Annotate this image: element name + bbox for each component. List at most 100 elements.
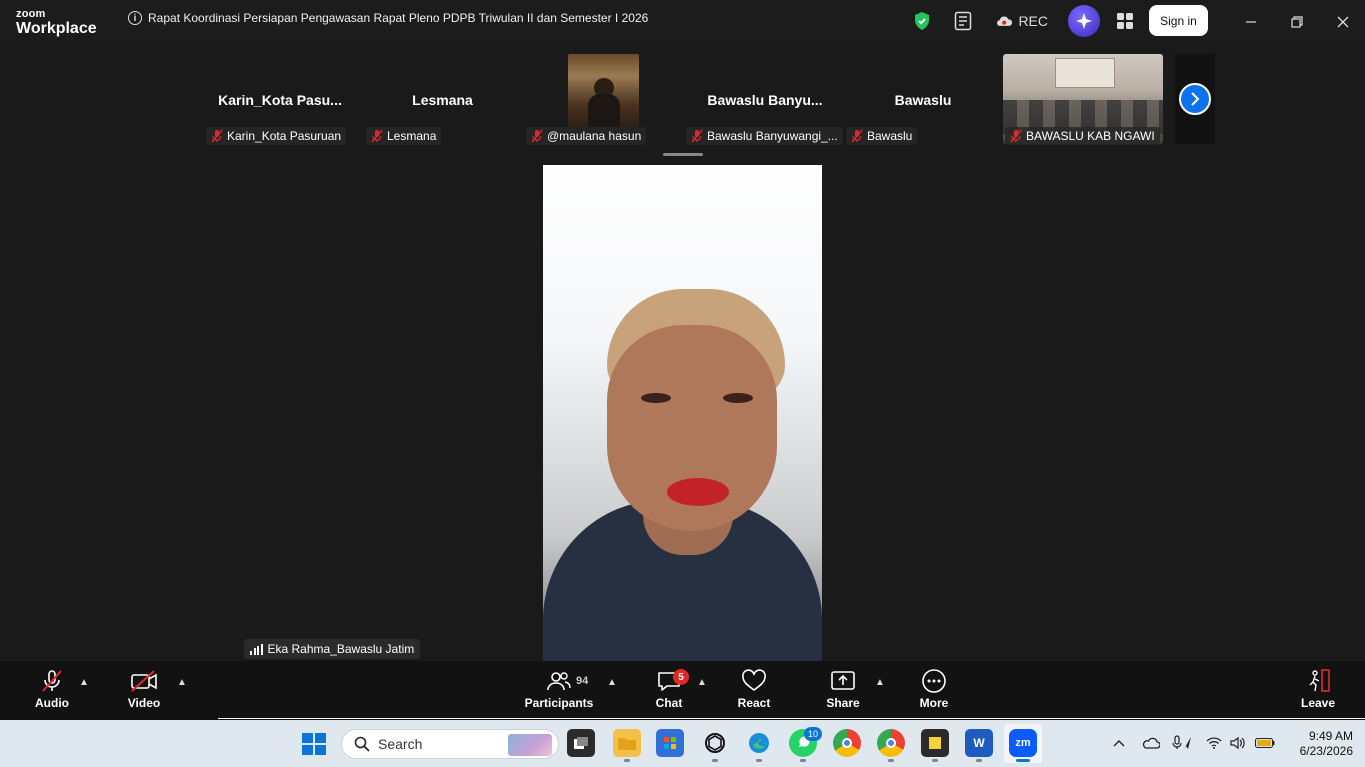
- signal-strength-icon: [250, 643, 263, 655]
- chat-options-caret[interactable]: ▲: [697, 677, 707, 688]
- more-label: More: [919, 696, 949, 710]
- share-label: Share: [826, 696, 860, 710]
- participant-name: Lesmana: [412, 92, 473, 108]
- participant-label-text: Bawaslu: [867, 129, 913, 143]
- restore-icon: [1291, 16, 1303, 28]
- encryption-shield-icon[interactable]: [913, 10, 931, 32]
- windows-start-icon[interactable]: [302, 733, 326, 755]
- volume-icon[interactable]: [1229, 734, 1247, 752]
- recording-indicator[interactable]: REC: [996, 10, 1048, 32]
- share-button[interactable]: Share: [825, 669, 861, 715]
- sign-in-button[interactable]: Sign in: [1149, 5, 1208, 36]
- edge-browser-icon[interactable]: [745, 729, 773, 757]
- participant-label-text: Bawaslu Banyuwangi_...: [707, 129, 838, 143]
- search-highlight-image: [508, 734, 552, 756]
- minimize-icon: [1246, 21, 1256, 23]
- leave-button[interactable]: Leave: [1300, 669, 1336, 715]
- share-screen-icon: [831, 671, 855, 690]
- meeting-title: Rapat Koordinasi Persiapan Pengawasan Ra…: [148, 11, 649, 25]
- chat-unread-badge: 5: [673, 669, 689, 685]
- participant-tile[interactable]: BAWASLU KAB NGAWI: [1003, 54, 1163, 146]
- participants-options-caret[interactable]: ▲: [607, 677, 617, 688]
- audio-options-caret[interactable]: ▲: [79, 677, 89, 688]
- participant-tile[interactable]: Lesmana Lesmana: [360, 54, 520, 146]
- next-page-button[interactable]: [1175, 54, 1215, 144]
- mic-location-icon[interactable]: [1171, 734, 1193, 752]
- more-icon: [922, 669, 946, 693]
- close-button[interactable]: [1331, 10, 1355, 34]
- active-speaker-label: Eka Rahma_Bawaslu Jatim: [244, 639, 421, 659]
- ai-companion-button[interactable]: [1068, 5, 1100, 37]
- participant-label: Lesmana: [366, 127, 442, 145]
- show-hidden-icons-chevron-icon[interactable]: [1111, 734, 1127, 752]
- more-button[interactable]: More: [916, 669, 952, 715]
- word-icon[interactable]: W: [965, 729, 993, 757]
- heart-icon: [742, 669, 766, 691]
- mic-muted-icon: [691, 129, 703, 143]
- participants-count: 94: [576, 675, 589, 687]
- participant-name: Bawaslu: [894, 92, 952, 108]
- restore-button[interactable]: [1285, 10, 1309, 34]
- participant-label: BAWASLU KAB NGAWI: [1005, 127, 1160, 145]
- mic-muted-icon: [211, 129, 223, 143]
- mic-muted-icon: [42, 670, 62, 692]
- divider: [218, 718, 1365, 719]
- notes-icon[interactable]: [953, 10, 973, 32]
- leave-label: Leave: [1300, 696, 1336, 710]
- participant-name: Bawaslu Banyu...: [707, 92, 823, 108]
- chrome-icon[interactable]: [833, 729, 861, 757]
- sparkle-icon: [1076, 13, 1092, 29]
- zoom-app-icon[interactable]: zm: [1009, 729, 1037, 757]
- search-icon: [354, 736, 370, 752]
- chat-label: Chat: [655, 696, 683, 710]
- task-view-icon[interactable]: [567, 729, 595, 757]
- info-icon[interactable]: i: [128, 11, 142, 25]
- minimize-button[interactable]: [1239, 10, 1263, 34]
- participant-tile[interactable]: Bawaslu Banyu... Bawaslu Banyuwangi_...: [680, 54, 843, 146]
- system-clock[interactable]: 9:49 AM 6/23/2026: [1283, 729, 1353, 759]
- battery-icon[interactable]: [1254, 734, 1276, 752]
- participant-label-text: BAWASLU KAB NGAWI: [1026, 129, 1155, 143]
- participant-label: @maulana hasun: [526, 127, 647, 145]
- video-label: Video: [127, 696, 161, 710]
- search-placeholder: Search: [378, 736, 423, 752]
- react-button[interactable]: React: [736, 669, 772, 715]
- logo-bottom-text: Workplace: [16, 20, 97, 37]
- wifi-icon[interactable]: [1205, 734, 1223, 752]
- participant-tile[interactable]: Karin_Kota Pasu... Karin_Kota Pasuruan: [200, 54, 360, 146]
- onedrive-icon[interactable]: [1141, 734, 1161, 752]
- participants-icon: [547, 672, 571, 691]
- microsoft-store-icon[interactable]: [656, 729, 684, 757]
- audio-label: Audio: [35, 696, 69, 710]
- taskbar-search[interactable]: Search: [341, 729, 559, 759]
- video-options-caret[interactable]: ▲: [177, 677, 187, 688]
- participant-label: Bawaslu: [846, 127, 918, 145]
- chrome-profile-icon[interactable]: [877, 729, 905, 757]
- active-speaker-name: Eka Rahma_Bawaslu Jatim: [267, 642, 415, 656]
- windows-taskbar: Search 10 W zm 9:49 AM 6/23/2026: [0, 720, 1365, 767]
- participant-tile[interactable]: @maulana hasun: [520, 54, 680, 146]
- participant-tile[interactable]: Bawaslu Bawaslu: [840, 54, 1000, 146]
- leave-icon: [1309, 669, 1330, 692]
- participant-strip: Karin_Kota Pasu... Karin_Kota Pasuruan L…: [200, 54, 1215, 146]
- chatgpt-icon[interactable]: [701, 729, 729, 757]
- participant-label: Bawaslu Banyuwangi_...: [686, 127, 843, 145]
- apps-grid-icon[interactable]: [1115, 10, 1135, 32]
- title-bar: zoom Workplace i Rapat Koordinasi Persia…: [0, 0, 1365, 44]
- strip-resize-handle[interactable]: [663, 153, 703, 156]
- mic-muted-icon: [851, 129, 863, 143]
- logo-top-text: zoom: [16, 8, 46, 20]
- participants-label: Participants: [524, 696, 594, 710]
- sticky-notes-icon[interactable]: [921, 729, 949, 757]
- meeting-info[interactable]: i Rapat Koordinasi Persiapan Pengawasan …: [128, 10, 648, 26]
- video-off-icon: [131, 670, 157, 692]
- file-explorer-icon[interactable]: [613, 729, 641, 757]
- rec-label: REC: [1018, 13, 1048, 29]
- video-button[interactable]: Video: [126, 669, 162, 715]
- mic-muted-icon: [371, 129, 383, 143]
- react-label: React: [737, 696, 771, 710]
- share-options-caret[interactable]: ▲: [875, 677, 885, 688]
- audio-button[interactable]: Audio: [34, 669, 70, 715]
- zoom-logo: zoom Workplace: [16, 9, 97, 37]
- whatsapp-badge: 10: [804, 727, 822, 741]
